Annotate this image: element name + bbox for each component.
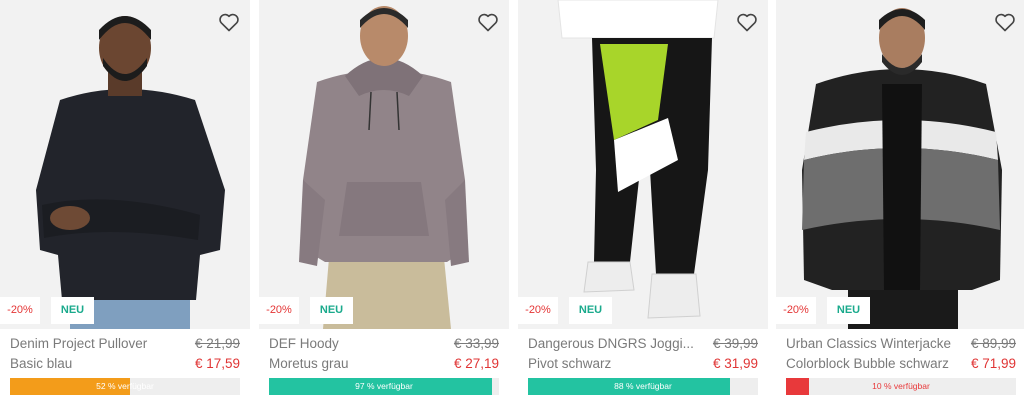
wishlist-heart-icon[interactable]	[735, 10, 759, 34]
old-price: € 39,99	[712, 336, 758, 351]
new-badge: NEU	[827, 297, 870, 324]
discount-badge: -20%	[0, 297, 40, 324]
sale-price: € 71,99	[970, 356, 1016, 371]
discount-badge: -20%	[259, 297, 299, 324]
availability-bar: 52 % verfügbar	[10, 378, 240, 395]
jogging-pants-illustration	[518, 0, 768, 329]
product-variant: Basic blau	[10, 356, 73, 371]
availability-label: 10 % verfügbar	[872, 381, 930, 391]
product-image-3[interactable]	[518, 0, 768, 329]
sale-price: € 31,99	[712, 356, 758, 371]
product-variant: Moretus grau	[269, 356, 349, 371]
puffer-jacket-model-illustration	[776, 0, 1024, 329]
wishlist-heart-icon[interactable]	[217, 10, 241, 34]
product-grid: -20% NEU Denim Project Pullover Basic bl…	[0, 0, 1024, 405]
product-image-2[interactable]	[259, 0, 509, 329]
product-card-4[interactable]: -20% NEU Urban Classics Winterjacke Colo…	[776, 0, 1024, 405]
discount-badge: -20%	[776, 297, 816, 324]
product-image-1[interactable]	[0, 0, 250, 329]
availability-label: 97 % verfügbar	[355, 381, 413, 391]
old-price: € 33,99	[453, 336, 499, 351]
availability-label: 52 % verfügbar	[96, 381, 154, 391]
sale-price: € 27,19	[453, 356, 499, 371]
product-name[interactable]: Dangerous DNGRS Joggi...	[528, 336, 698, 352]
product-name[interactable]: Denim Project Pullover	[10, 336, 180, 352]
product-name[interactable]: DEF Hoody	[269, 336, 439, 352]
discount-badge: -20%	[518, 297, 558, 324]
new-badge: NEU	[569, 297, 612, 324]
availability-bar: 97 % verfügbar	[269, 378, 499, 395]
availability-bar: 88 % verfügbar	[528, 378, 758, 395]
old-price: € 89,99	[970, 336, 1016, 351]
old-price: € 21,99	[194, 336, 240, 351]
new-badge: NEU	[310, 297, 353, 324]
availability-label: 88 % verfügbar	[614, 381, 672, 391]
product-card-2[interactable]: -20% NEU DEF Hoody Moretus grau € 33,99 …	[259, 0, 509, 405]
hoodie-model-illustration	[259, 0, 509, 329]
availability-bar: 10 % verfügbar	[786, 378, 1016, 395]
product-card-3[interactable]: -20% NEU Dangerous DNGRS Joggi... Pivot …	[518, 0, 768, 405]
wishlist-heart-icon[interactable]	[476, 10, 500, 34]
product-name[interactable]: Urban Classics Winterjacke	[786, 336, 956, 352]
sale-price: € 17,59	[194, 356, 240, 371]
new-badge: NEU	[51, 297, 94, 324]
product-variant: Colorblock Bubble schwarz	[786, 356, 949, 371]
product-variant: Pivot schwarz	[528, 356, 612, 371]
product-image-4[interactable]	[776, 0, 1024, 329]
product-card-1[interactable]: -20% NEU Denim Project Pullover Basic bl…	[0, 0, 250, 405]
sweatshirt-model-illustration	[0, 0, 250, 329]
wishlist-heart-icon[interactable]	[993, 10, 1017, 34]
